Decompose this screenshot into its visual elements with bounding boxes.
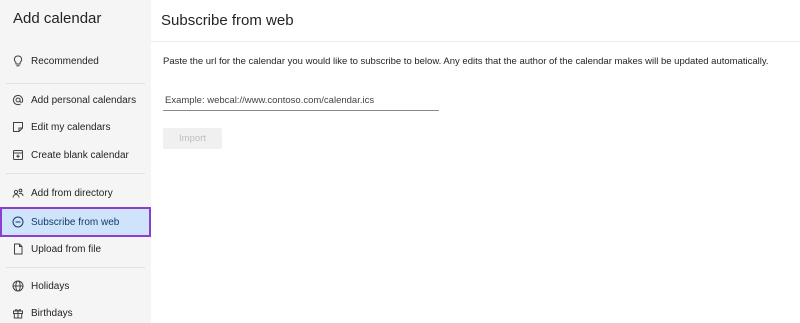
sidebar-divider xyxy=(6,83,145,84)
sidebar-item-label: Edit my calendars xyxy=(31,121,111,133)
link-circle-icon xyxy=(11,215,25,229)
lightbulb-icon xyxy=(11,54,25,68)
people-icon xyxy=(11,186,25,200)
sidebar-item-edit-my-calendars[interactable]: Edit my calendars xyxy=(0,113,151,141)
sidebar-item-upload-from-file[interactable]: Upload from file xyxy=(0,235,151,263)
main-header: Subscribe from web xyxy=(151,0,800,42)
sidebar-item-label: Subscribe from web xyxy=(31,216,120,228)
sidebar-item-label: Recommended xyxy=(31,55,99,67)
page-title: Subscribe from web xyxy=(161,12,294,29)
subscribe-description: Paste the url for the calendar you would… xyxy=(163,56,769,67)
sidebar-item-label: Add personal calendars xyxy=(31,94,137,106)
sidebar: Add calendar Recommended Add personal ca… xyxy=(0,0,151,323)
sidebar-item-add-from-directory[interactable]: Add from directory xyxy=(0,179,151,207)
sidebar-item-create-blank-calendar[interactable]: Create blank calendar xyxy=(0,141,151,169)
calendar-url-input[interactable] xyxy=(163,91,439,111)
sidebar-divider xyxy=(6,267,145,268)
document-icon xyxy=(11,242,25,256)
import-button[interactable]: Import xyxy=(163,128,222,149)
sidebar-item-label: Upload from file xyxy=(31,243,102,255)
calendar-add-icon xyxy=(11,148,25,162)
sidebar-item-label: Holidays xyxy=(31,280,70,292)
sidebar-item-subscribe-from-web[interactable]: Subscribe from web xyxy=(0,207,151,237)
sidebar-item-holidays[interactable]: Holidays xyxy=(0,272,151,300)
sidebar-item-add-personal-calendars[interactable]: Add personal calendars xyxy=(0,86,151,114)
sidebar-item-label: Birthdays xyxy=(31,307,73,319)
at-sign-icon xyxy=(11,93,25,107)
sidebar-title: Add calendar xyxy=(13,10,102,27)
sidebar-item-recommended[interactable]: Recommended xyxy=(0,47,151,75)
sidebar-item-label: Create blank calendar xyxy=(31,149,129,161)
gift-icon xyxy=(11,306,25,320)
main-panel: Subscribe from web Paste the url for the… xyxy=(151,0,800,323)
globe-icon xyxy=(11,279,25,293)
sidebar-item-label: Add from directory xyxy=(31,187,113,199)
note-edit-icon xyxy=(11,120,25,134)
sidebar-divider xyxy=(6,173,145,174)
sidebar-item-birthdays[interactable]: Birthdays xyxy=(0,299,151,323)
